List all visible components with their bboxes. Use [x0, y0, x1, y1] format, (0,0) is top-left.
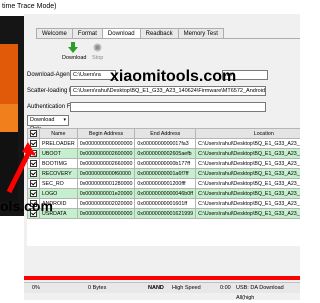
table-row[interactable]: SEC_RO 0x0000000001280000 0x0000000001200f… — [27, 178, 300, 189]
status-speed: High Speed — [172, 285, 201, 291]
download-button-label: Download — [62, 55, 87, 61]
end-address: 0x0000000001200fff — [134, 178, 197, 189]
status-percent: 0% — [32, 285, 40, 291]
select-all-header[interactable] — [27, 128, 40, 139]
file-location[interactable]: C:\Users\rahul\Desktop\BQ_E1_G33_A23_140… — [195, 198, 300, 209]
tab-divider — [36, 38, 300, 39]
table-header-row: Name Begin Address End Address Location — [27, 128, 300, 139]
table-row[interactable]: PRELOADER 0x0000000000000000 0x00000000000… — [27, 138, 300, 149]
stop-button-label: Stop — [92, 55, 104, 61]
select-all-checkbox[interactable] — [30, 130, 37, 137]
download-mode-select[interactable]: Download Only ▾ — [27, 115, 69, 132]
partition-table: Name Begin Address End Address Location … — [27, 128, 300, 219]
begin-address: 0x0000000000000000 — [76, 138, 136, 149]
status-bytes: 0 Bytes — [88, 285, 107, 291]
progress-bar — [24, 276, 300, 280]
phone-screen-image — [0, 44, 18, 104]
column-header-name: Name — [39, 128, 78, 139]
table-row[interactable]: UBOOT 0x0000000002600000 0x0000000002605ae… — [27, 148, 300, 159]
column-header-location: Location — [195, 128, 300, 139]
partition-name: PRELOADER — [39, 138, 78, 149]
scatter-file-field[interactable]: C:\Users\rahul\Desktop\BQ_E1_G33_A23_140… — [70, 86, 266, 96]
file-location[interactable]: C:\Users\rahul\Desktop\BQ_E1_G33_A23_140… — [195, 168, 300, 179]
partition-name: LOGO — [39, 188, 78, 199]
table-row[interactable]: LOGO 0x0000000001e20000 0x00000000000046b0… — [27, 188, 300, 199]
status-port: USB: DA Download All(high — [236, 285, 284, 301]
table-row[interactable]: ANDROID 0x0000000002020000 0x0000000000160… — [27, 198, 300, 209]
file-location[interactable]: C:\Users\rahul\Desktop\BQ_E1_G33_A23_140… — [195, 188, 300, 199]
partition-name: SEC_RO — [39, 178, 78, 189]
column-header-begin: Begin Address — [76, 128, 136, 139]
end-address: 0x00000000001601ff — [134, 198, 197, 209]
end-address: 0x00000000001621999 — [134, 208, 197, 219]
table-row[interactable]: RECOVERY 0x0000000000f60000 0x00000000001a… — [27, 168, 300, 179]
begin-address: 0x0000000002020000 — [76, 198, 136, 209]
watermark-text: xiaomitools.com — [110, 68, 237, 85]
begin-address: 0x0000000002660000 — [76, 158, 136, 169]
begin-address: 0x0000000000f60000 — [76, 168, 136, 179]
table-row[interactable]: USRDATA 0x0000000000000000 0x0000000000162… — [27, 208, 300, 219]
window-title: time Trace Mode) — [0, 0, 300, 14]
stop-icon — [93, 43, 102, 52]
begin-address: 0x0000000001e20000 — [76, 188, 136, 199]
file-location[interactable]: C:\Users\rahul\Desktop\BQ_E1_G33_A23_140… — [195, 138, 300, 149]
stop-button[interactable]: Stop — [90, 42, 106, 64]
begin-address: 0x0000000000000000 — [76, 208, 136, 219]
download-agent-label: Download-Agent — [27, 72, 72, 78]
download-button[interactable]: Download — [62, 42, 87, 64]
end-address: 0x00000000000046b0ff — [134, 188, 197, 199]
auth-file-field[interactable] — [70, 102, 266, 112]
partition-table-container: Name Begin Address End Address Location … — [27, 128, 300, 246]
partition-name: RECOVERY — [39, 168, 78, 179]
column-header-end: End Address — [134, 128, 197, 139]
auth-file-label: Authentication File — [27, 104, 77, 110]
file-location[interactable]: C:\Users\rahul\Desktop\BQ_E1_G33_A23_140… — [195, 208, 300, 219]
file-location[interactable]: C:\Users\rahul\Desktop\BQ_E1_G33_A23_140… — [195, 148, 300, 159]
begin-address: 0x0000000002600000 — [76, 148, 136, 159]
status-bar: 0% 0 Bytes NAND High Speed 0:00 USB: DA … — [24, 282, 300, 301]
chevron-down-icon: ▾ — [63, 117, 66, 123]
status-time: 0:00 — [220, 285, 231, 291]
partition-name: BOOTIMG — [39, 158, 78, 169]
red-arrow-icon — [6, 142, 36, 194]
download-arrow-icon — [68, 42, 78, 53]
end-address: 0x00000000000b177ff — [134, 158, 197, 169]
file-location[interactable]: C:\Users\rahul\Desktop\BQ_E1_G33_A23_140… — [195, 158, 300, 169]
table-row[interactable]: BOOTIMG 0x0000000002660000 0x00000000000b1… — [27, 158, 300, 169]
watermark-fragment: ols.com — [0, 198, 53, 214]
file-location[interactable]: C:\Users\rahul\Desktop\BQ_E1_G33_A23_140… — [195, 178, 300, 189]
status-storage-type: NAND — [148, 285, 164, 291]
phone-screen-accent — [0, 104, 18, 132]
end-address: 0x0000000000017fa3 — [134, 138, 197, 149]
begin-address: 0x0000000001280000 — [76, 178, 136, 189]
end-address: 0x0000000002605aefb — [134, 148, 197, 159]
partition-name: UBOOT — [39, 148, 78, 159]
end-address: 0x00000000001a6f7ff — [134, 168, 197, 179]
